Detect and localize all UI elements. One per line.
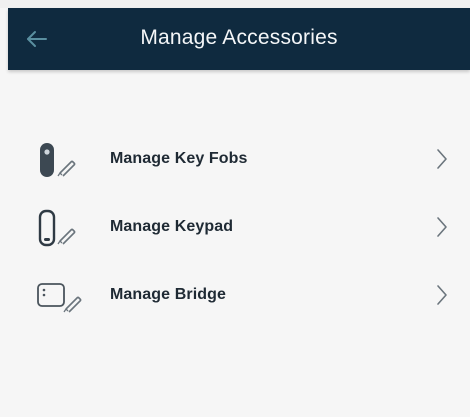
menu-item-bridge[interactable]: Manage Bridge: [8, 262, 470, 330]
status-strip: [0, 0, 470, 8]
chevron-right-icon: [437, 285, 447, 305]
keypad-icon: [36, 208, 86, 248]
menu-item-label: Manage Key Fobs: [110, 150, 248, 167]
chevron-right-icon: [437, 149, 447, 169]
menu-item-label: Manage Keypad: [110, 218, 234, 235]
app-header: Manage Accessories: [8, 8, 470, 70]
app-screen: Manage Accessories Manage Key Fobs Manag…: [0, 0, 470, 417]
menu-item-key-fobs[interactable]: Manage Key Fobs: [8, 126, 470, 194]
chevron-right-icon: [437, 217, 447, 237]
bridge-icon: [36, 276, 86, 316]
menu-item-label: Manage Bridge: [110, 286, 226, 303]
key-fob-icon: [36, 140, 86, 180]
accessories-list: Manage Key Fobs Manage Keypad Manage Bri…: [8, 126, 470, 330]
menu-item-keypad[interactable]: Manage Keypad: [8, 194, 470, 262]
page-title: Manage Accessories: [140, 26, 338, 49]
